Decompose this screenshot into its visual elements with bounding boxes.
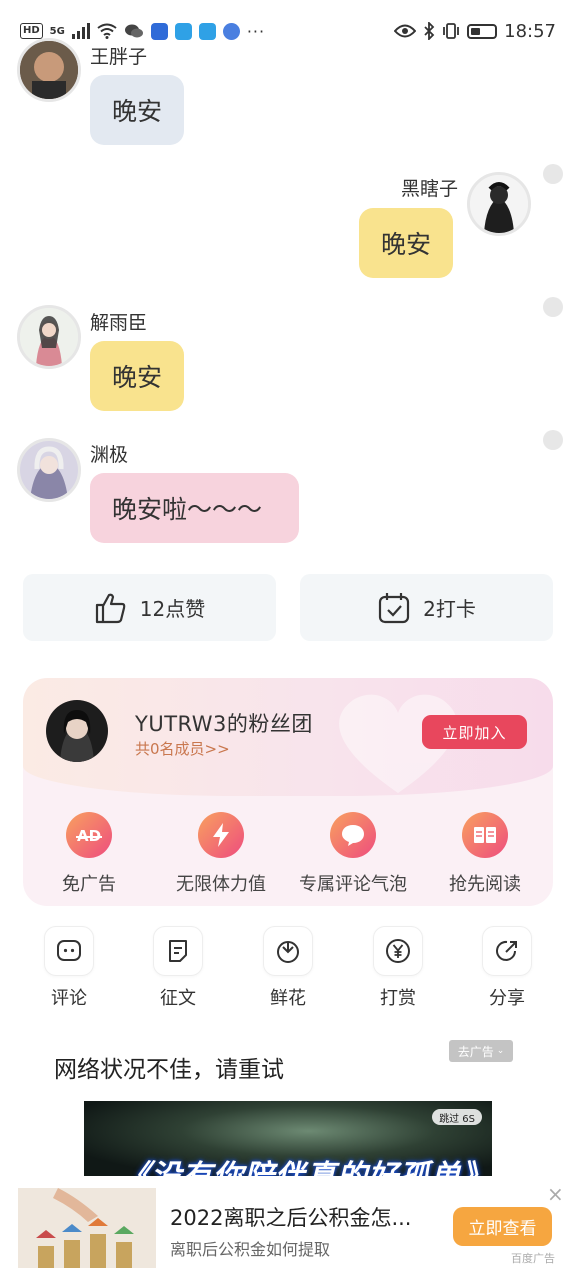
network-type: 5G — [49, 25, 65, 37]
tool-label: 征文 — [160, 988, 196, 1009]
status-bar: HD 5G ··· 18:57 — [0, 0, 576, 62]
tool-label: 打赏 — [380, 988, 416, 1009]
clock: 18:57 — [504, 20, 556, 42]
view-now-button[interactable]: 立即查看 — [453, 1207, 552, 1246]
comment-icon — [57, 940, 81, 961]
lightning-icon — [198, 812, 244, 858]
fan-club-members-link[interactable]: 共0名成员>> — [135, 738, 230, 759]
chat-bubble-icon — [330, 812, 376, 858]
message-bubble[interactable]: 晚安 — [90, 341, 185, 411]
bluetooth-icon — [424, 22, 435, 40]
avatar[interactable] — [17, 38, 81, 102]
flower-icon — [277, 941, 299, 963]
tool-label: 鲜花 — [270, 988, 306, 1009]
flower-button[interactable]: 鲜花 — [248, 926, 328, 1010]
yen-icon-box — [373, 926, 423, 976]
sender-name: 解雨臣 — [90, 312, 148, 334]
checkin-button[interactable]: 2打卡 — [300, 574, 553, 641]
video-ad[interactable]: 跳过 6S 《没有你陪伴真的好孤单》 — [84, 1101, 492, 1176]
signal-icon — [71, 23, 90, 39]
share-icon — [496, 940, 517, 961]
remove-ad-button[interactable]: 去广告 ⌄ — [449, 1040, 513, 1062]
tool-label: 分享 — [489, 988, 525, 1009]
more-notifications-icon: ··· — [246, 21, 266, 41]
essay-icon — [169, 940, 187, 962]
perk-comment-bubble[interactable]: 专属评论气泡 — [287, 812, 419, 896]
sender-name: 渊极 — [90, 444, 129, 466]
like-button[interactable]: 12点赞 — [23, 574, 276, 641]
wifi-icon — [97, 23, 117, 39]
banner-ad-image — [18, 1188, 156, 1268]
browser-notification-icon — [174, 22, 192, 40]
book-icon — [462, 812, 508, 858]
close-icon[interactable]: × — [547, 1184, 564, 1204]
battery-icon — [467, 23, 498, 39]
hd-indicator: HD — [20, 23, 43, 39]
ad-free-icon: AD — [66, 812, 112, 858]
perk-early-reading[interactable]: 抢先阅读 — [419, 812, 551, 896]
yen-icon — [386, 939, 410, 963]
eye-icon — [394, 24, 417, 38]
perk-unlimited-stamina[interactable]: 无限体力值 — [155, 812, 287, 896]
like-count: 12点赞 — [139, 597, 206, 621]
avatar[interactable] — [17, 438, 81, 502]
thumbs-up-icon — [95, 593, 126, 623]
tip-button[interactable]: 打赏 — [358, 926, 438, 1010]
message-bubble[interactable]: 晚安啦～～～ — [90, 473, 299, 543]
tool-label: 评论 — [51, 988, 87, 1009]
banner-ad[interactable]: 2022离职之后公积金怎... 离职后公积金如何提取 立即查看 × 百度广告 — [0, 1176, 576, 1280]
fan-club-card: YUTRW3的粉丝团 共0名成员>> 立即加入 AD 免广告 无限体力值 专属评… — [23, 678, 553, 906]
perk-label: 专属评论气泡 — [299, 874, 407, 895]
perk-label: 无限体力值 — [176, 874, 266, 895]
sender-name: 黑瞎子 — [400, 178, 458, 200]
comment-button[interactable]: 评论 — [29, 926, 109, 1010]
share-icon-box — [482, 926, 532, 976]
app-notification-icon — [150, 22, 168, 40]
comment-icon-box — [44, 926, 94, 976]
skip-ad-button[interactable]: 跳过 6S — [432, 1109, 482, 1125]
essay-button[interactable]: 征文 — [138, 926, 218, 1010]
banner-ad-title: 2022离职之后公积金怎... — [170, 1206, 412, 1230]
read-status-dot — [543, 297, 563, 317]
avatar[interactable] — [467, 172, 531, 236]
perk-label: 免广告 — [62, 874, 116, 895]
message-bubble[interactable]: 晚安 — [90, 75, 185, 145]
message-bubble[interactable]: 晚安 — [359, 208, 454, 278]
network-error-message[interactable]: 网络状况不佳，请重试 — [54, 1050, 284, 1084]
banner-ad-subtitle: 离职后公积金如何提取 — [170, 1240, 331, 1259]
chevron-down-icon: ⌄ — [496, 1046, 505, 1056]
globe-notification-icon — [222, 22, 240, 40]
read-status-dot — [543, 430, 563, 450]
fan-club-title: YUTRW3的粉丝团 — [135, 712, 313, 736]
essay-icon-box — [153, 926, 203, 976]
avatar[interactable] — [17, 305, 81, 369]
calendar-check-icon — [379, 592, 410, 623]
join-fan-club-button[interactable]: 立即加入 — [422, 715, 527, 749]
status-left: HD 5G ··· — [20, 22, 265, 41]
share-button[interactable]: 分享 — [467, 926, 547, 1010]
status-right: 18:57 — [394, 21, 556, 42]
vibrate-icon — [443, 23, 460, 39]
flower-icon-box — [263, 926, 313, 976]
checkin-count: 2打卡 — [423, 597, 476, 621]
perk-ad-free[interactable]: AD 免广告 — [23, 812, 155, 896]
wechat-icon — [124, 24, 143, 38]
perk-label: 抢先阅读 — [449, 874, 521, 895]
browser-notification-icon — [198, 22, 216, 40]
ad-source-label: 百度广告 — [511, 1252, 555, 1265]
fan-club-avatar[interactable] — [46, 700, 108, 762]
sender-name: 王胖子 — [90, 46, 148, 68]
video-ad-title: 《没有你陪伴真的好孤单》 — [120, 1151, 492, 1176]
remove-ad-label: 去广告 — [457, 1044, 494, 1059]
read-status-dot — [543, 164, 563, 184]
